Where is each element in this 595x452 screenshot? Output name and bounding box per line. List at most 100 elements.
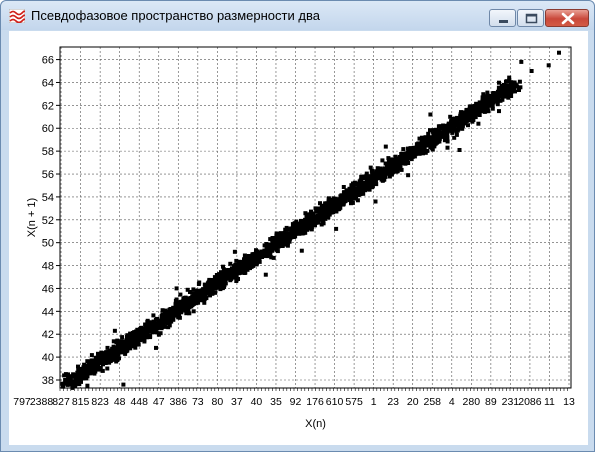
- data-point: [133, 339, 138, 344]
- data-point: [285, 238, 290, 242]
- data-point: [249, 262, 254, 267]
- x-tick-label: 4: [449, 396, 455, 408]
- data-point: [217, 282, 222, 287]
- data-point: [435, 133, 440, 138]
- x-tick-label: 23: [387, 396, 399, 408]
- data-point: [399, 167, 404, 172]
- data-point: [401, 147, 406, 152]
- data-point: [228, 268, 233, 273]
- data-point: [265, 243, 270, 248]
- data-point: [406, 173, 411, 178]
- data-point: [373, 199, 378, 204]
- data-point: [126, 334, 131, 338]
- y-axis-label: X(n + 1): [26, 198, 38, 237]
- x-tick-label: 448: [130, 396, 148, 408]
- data-point: [337, 197, 342, 202]
- y-tick-label: 52: [42, 215, 54, 227]
- minimize-icon: [499, 20, 508, 23]
- data-point: [413, 149, 418, 154]
- data-point: [500, 97, 505, 102]
- data-point: [191, 309, 196, 314]
- data-point: [212, 275, 217, 280]
- data-point: [154, 345, 158, 350]
- data-point: [445, 145, 450, 150]
- y-tick-label: 50: [42, 238, 54, 250]
- data-point: [82, 368, 87, 373]
- data-point: [193, 295, 198, 300]
- data-point: [345, 192, 350, 197]
- data-point: [228, 276, 233, 281]
- x-tick-label: 797: [13, 396, 31, 408]
- data-point: [97, 357, 102, 362]
- data-point: [105, 366, 110, 371]
- x-tick-label: 40: [251, 396, 263, 408]
- data-point: [318, 215, 323, 220]
- data-point: [363, 185, 368, 190]
- data-point: [455, 128, 460, 133]
- data-point: [471, 118, 476, 122]
- app-window: Псевдофазовое пространство размерности д…: [0, 0, 595, 452]
- x-tick-label: 1: [371, 396, 377, 408]
- data-point: [353, 191, 358, 195]
- data-point: [515, 84, 519, 89]
- title-bar[interactable]: Псевдофазовое пространство размерности д…: [1, 1, 594, 30]
- chart-wave-icon: [8, 8, 26, 24]
- data-point: [184, 307, 189, 312]
- data-point: [388, 162, 393, 167]
- data-point: [178, 292, 183, 297]
- data-point: [127, 346, 132, 351]
- data-point: [306, 220, 311, 225]
- data-point: [389, 172, 394, 177]
- data-point: [467, 110, 472, 114]
- data-point: [442, 127, 446, 132]
- data-point: [488, 93, 493, 98]
- window-title: Псевдофазовое пространство размерности д…: [31, 8, 320, 23]
- data-point: [496, 93, 501, 97]
- data-point: [490, 106, 495, 111]
- data-point: [352, 181, 356, 186]
- data-point: [456, 124, 461, 129]
- data-point: [219, 278, 224, 283]
- close-button[interactable]: [545, 9, 589, 27]
- data-point: [420, 146, 425, 150]
- data-point: [286, 231, 291, 236]
- data-point: [143, 325, 148, 330]
- data-point: [101, 362, 105, 367]
- maximize-button[interactable]: [517, 9, 544, 27]
- data-point: [138, 334, 143, 339]
- minimize-button[interactable]: [489, 9, 516, 27]
- data-point: [507, 78, 512, 83]
- data-point: [85, 383, 90, 388]
- data-point: [278, 234, 283, 239]
- data-point: [228, 261, 233, 266]
- data-point: [285, 227, 290, 232]
- data-point: [253, 253, 258, 258]
- data-point: [485, 93, 490, 98]
- data-point: [268, 252, 273, 257]
- data-point: [311, 221, 316, 226]
- data-point: [457, 148, 462, 152]
- y-tick-label: 64: [42, 77, 54, 89]
- data-point: [234, 277, 239, 282]
- data-point: [405, 151, 410, 156]
- data-point: [513, 89, 517, 94]
- x-tick-label: 2388: [30, 396, 54, 408]
- data-point: [71, 372, 76, 377]
- data-point: [310, 218, 315, 223]
- data-point: [175, 306, 180, 310]
- data-point: [321, 221, 326, 226]
- data-point: [391, 157, 396, 162]
- x-tick-label: 48: [114, 396, 126, 408]
- data-point: [93, 355, 98, 360]
- scatter-chart: 384042444648505254565860626466 797 2388 82…: [13, 46, 575, 430]
- data-point: [292, 233, 297, 238]
- data-point: [196, 282, 201, 286]
- data-point: [171, 316, 176, 321]
- data-point: [144, 331, 149, 336]
- y-axis: 38 40 42 44 46 48 50 52 54 56 58 60 62 64 66: [42, 55, 60, 387]
- x-tick-label: 11: [544, 396, 555, 408]
- data-point: [300, 229, 305, 234]
- data-point: [92, 371, 97, 376]
- x-tick-label: 35: [270, 396, 282, 408]
- data-point: [68, 382, 73, 387]
